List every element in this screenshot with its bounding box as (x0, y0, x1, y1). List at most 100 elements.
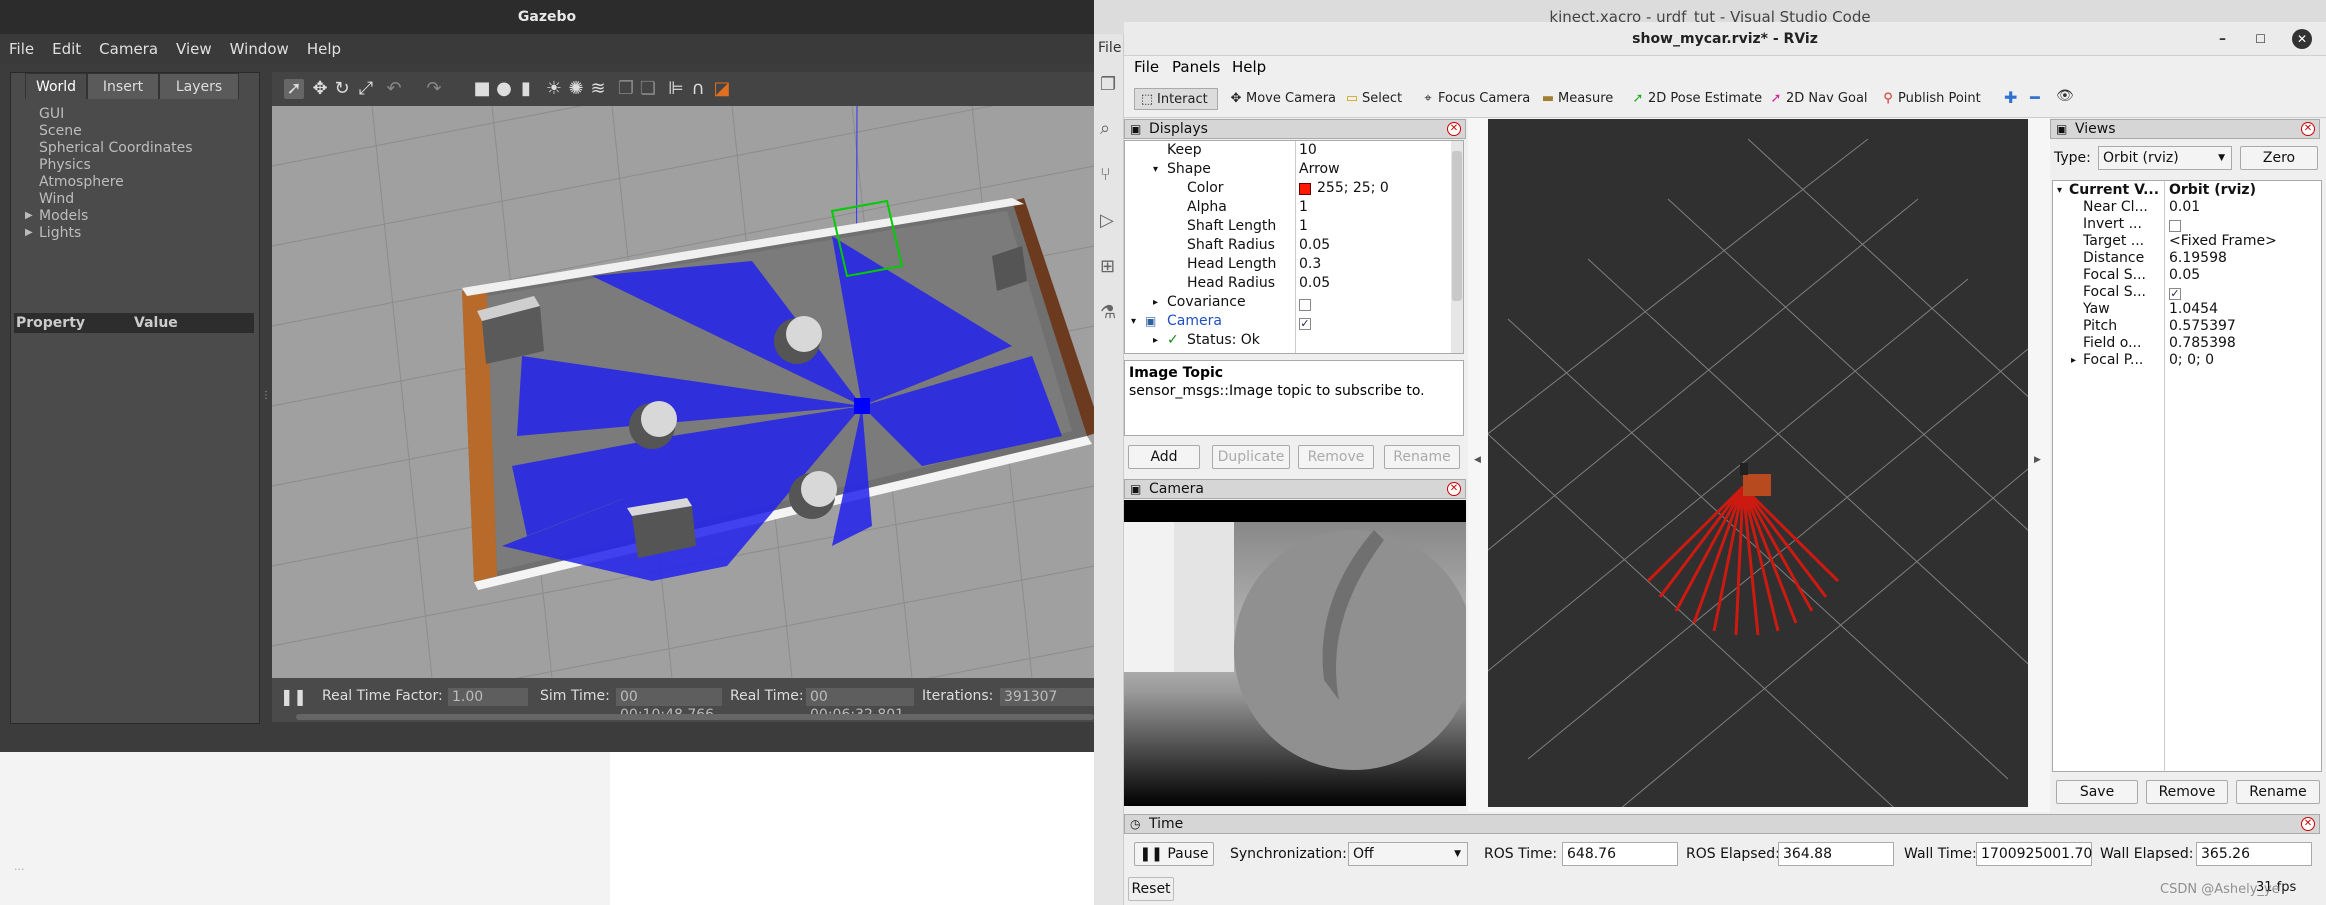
screenshot-icon[interactable]: ◪ (712, 79, 732, 99)
row-head-radius[interactable]: Head Radius 0.05 (1125, 274, 1461, 293)
tree-item-gui[interactable]: GUI (39, 106, 64, 123)
expand-arrow-icon[interactable]: ▸ (2071, 352, 2076, 369)
rviz-menu-file[interactable]: File (1134, 58, 1159, 76)
view-row-current[interactable]: ▾ Current V... Orbit (rviz) (2053, 182, 2321, 199)
select-arrow-icon[interactable]: ➚ (284, 79, 304, 99)
gz-menu-camera[interactable]: Camera (90, 34, 167, 64)
row-shape[interactable]: ▾ Shape Arrow (1125, 160, 1461, 179)
expand-arrow-icon[interactable]: ▶ (25, 227, 33, 238)
view-row-distance[interactable]: Distance 6.19598 (2053, 250, 2321, 267)
pause-button[interactable]: ❚❚ Pause (1134, 842, 1214, 866)
gz-menu-file[interactable]: File (0, 34, 43, 64)
align-icon[interactable]: ⊫ (666, 79, 686, 99)
views-rename-button[interactable]: Rename (2236, 780, 2320, 804)
tab-world[interactable]: World (25, 73, 87, 99)
minimize-icon[interactable]: – (2219, 22, 2226, 56)
remove-tool-icon[interactable]: ━ (2030, 88, 2040, 107)
pause-icon[interactable]: ❚❚ (280, 688, 307, 706)
ros-elapsed-field[interactable]: 364.88 (1778, 842, 1894, 866)
ros-time-field[interactable]: 648.76 (1562, 842, 1678, 866)
scrollbar-thumb[interactable] (1452, 151, 1462, 301)
tool-publish-point[interactable]: ⚲ Publish Point (1876, 88, 1981, 110)
row-covariance[interactable]: ▸ Covariance (1125, 293, 1461, 312)
expand-arrow-icon[interactable]: ▸ (1153, 331, 1158, 350)
search-icon[interactable]: ⌕ (1100, 118, 1110, 139)
tool-2d-nav-goal[interactable]: ➚ 2D Nav Goal (1764, 88, 1868, 110)
views-type-select[interactable]: Orbit (rviz) ▼ (2098, 146, 2232, 170)
row-shaft-length[interactable]: Shaft Length 1 (1125, 217, 1461, 236)
cylinder-icon[interactable]: ▮ (516, 79, 536, 99)
row-camera[interactable]: ▾ ▣ Camera ✓ (1125, 312, 1461, 331)
view-row-focal-point[interactable]: ▸ Focal P... 0; 0; 0 (2053, 352, 2321, 369)
tree-item-physics[interactable]: Physics (39, 157, 91, 174)
rviz-menu-panels[interactable]: Panels (1172, 58, 1220, 76)
invert-checkbox[interactable] (2169, 220, 2181, 232)
color-swatch[interactable] (1299, 183, 1311, 195)
rename-button[interactable]: Rename (1384, 445, 1460, 469)
maximize-icon[interactable]: ☐ (2255, 22, 2266, 56)
view-row-pitch[interactable]: Pitch 0.575397 (2053, 318, 2321, 335)
views-remove-button[interactable]: Remove (2146, 780, 2228, 804)
row-keep[interactable]: Keep 10 (1125, 141, 1461, 160)
eye-icon[interactable]: 👁 (2056, 88, 2074, 104)
extensions-icon[interactable]: ⊞ (1100, 256, 1115, 277)
displays-scrollbar[interactable] (1451, 141, 1463, 353)
displays-tree[interactable]: Keep 10 ▾ Shape Arrow Color 255; 25; 0 Alpha… (1124, 140, 1464, 354)
view-row-yaw[interactable]: Yaw 1.0454 (2053, 301, 2321, 318)
close-panel-icon[interactable]: ✕ (2301, 817, 2315, 831)
duplicate-button[interactable]: Duplicate (1212, 445, 1290, 469)
tree-item-wind[interactable]: Wind (39, 191, 74, 208)
snap-icon[interactable]: ∩ (688, 79, 708, 99)
splitter-handle[interactable]: ⋮ (261, 390, 271, 410)
row-alpha[interactable]: Alpha 1 (1125, 198, 1461, 217)
test-icon[interactable]: ⚗ (1100, 302, 1116, 323)
paste-icon[interactable]: ❏ (638, 79, 658, 99)
scale-icon[interactable]: ⤢ (356, 79, 376, 99)
sphere-icon[interactable]: ● (494, 79, 514, 99)
views-property-tree[interactable]: ▾ Current V... Orbit (rviz) Near Cl... 0.01… (2052, 180, 2322, 772)
tab-insert[interactable]: Insert (87, 73, 159, 99)
row-shaft-radius[interactable]: Shaft Radius 0.05 (1125, 236, 1461, 255)
gz-menu-edit[interactable]: Edit (43, 34, 90, 64)
undo-icon[interactable]: ↶ (384, 79, 404, 99)
collapse-arrow-icon[interactable]: ▾ (1153, 160, 1158, 179)
wall-elapsed-field[interactable]: 365.26 (2196, 842, 2312, 866)
focal-shape-checkbox[interactable]: ✓ (2169, 288, 2181, 300)
add-tool-icon[interactable]: ✚ (2004, 88, 2017, 107)
tree-item-atmosphere[interactable]: Atmosphere (39, 174, 124, 191)
left-splitter-arrow-icon[interactable]: ◀ (1474, 455, 1481, 465)
gz-menu-help[interactable]: Help (298, 34, 350, 64)
view-row-target[interactable]: Target ... <Fixed Frame> (2053, 233, 2321, 250)
expand-arrow-icon[interactable]: ▶ (25, 210, 33, 221)
collapse-arrow-icon[interactable]: ▾ (2057, 182, 2062, 199)
row-status-ok[interactable]: ▸ ✓ Status: Ok (1125, 331, 1461, 350)
view-row-field-of-view[interactable]: Field o... 0.785398 (2053, 335, 2321, 352)
vscode-file-menu[interactable]: File (1098, 40, 1121, 56)
sync-select[interactable]: Off ▼ (1348, 842, 1468, 866)
tool-2d-pose-estimate[interactable]: ➚ 2D Pose Estimate (1626, 88, 1763, 110)
close-panel-icon[interactable]: ✕ (2301, 122, 2315, 136)
box-icon[interactable]: ■ (472, 79, 492, 99)
directional-light-icon[interactable]: ≋ (588, 79, 608, 99)
redo-icon[interactable]: ↷ (424, 79, 444, 99)
rviz-3d-view[interactable] (1488, 119, 2028, 807)
gz-menu-view[interactable]: View (167, 34, 221, 64)
view-row-focal-shape[interactable]: Focal S... ✓ (2053, 284, 2321, 301)
debug-icon[interactable]: ▷ (1100, 210, 1114, 231)
wall-time-field[interactable]: 1700925001.70 (1976, 842, 2092, 866)
right-splitter-arrow-icon[interactable]: ▶ (2034, 455, 2041, 465)
views-save-button[interactable]: Save (2056, 780, 2138, 804)
rotate-icon[interactable]: ↻ (332, 79, 352, 99)
spot-light-icon[interactable]: ✺ (566, 79, 586, 99)
tree-item-scene[interactable]: Scene (39, 123, 82, 140)
tab-layers[interactable]: Layers (159, 73, 239, 99)
covariance-checkbox[interactable] (1299, 299, 1311, 311)
row-color[interactable]: Color 255; 25; 0 (1125, 179, 1461, 198)
expand-arrow-icon[interactable]: ▸ (1153, 293, 1158, 312)
point-light-icon[interactable]: ☀ (544, 79, 564, 99)
gazebo-3d-scene[interactable] (272, 106, 1094, 678)
tree-item-spherical[interactable]: Spherical Coordinates (39, 140, 193, 157)
explorer-icon[interactable]: ❐ (1100, 74, 1116, 95)
tool-focus-camera[interactable]: ⌖ Focus Camera (1416, 88, 1530, 110)
translate-icon[interactable]: ✥ (310, 79, 330, 99)
